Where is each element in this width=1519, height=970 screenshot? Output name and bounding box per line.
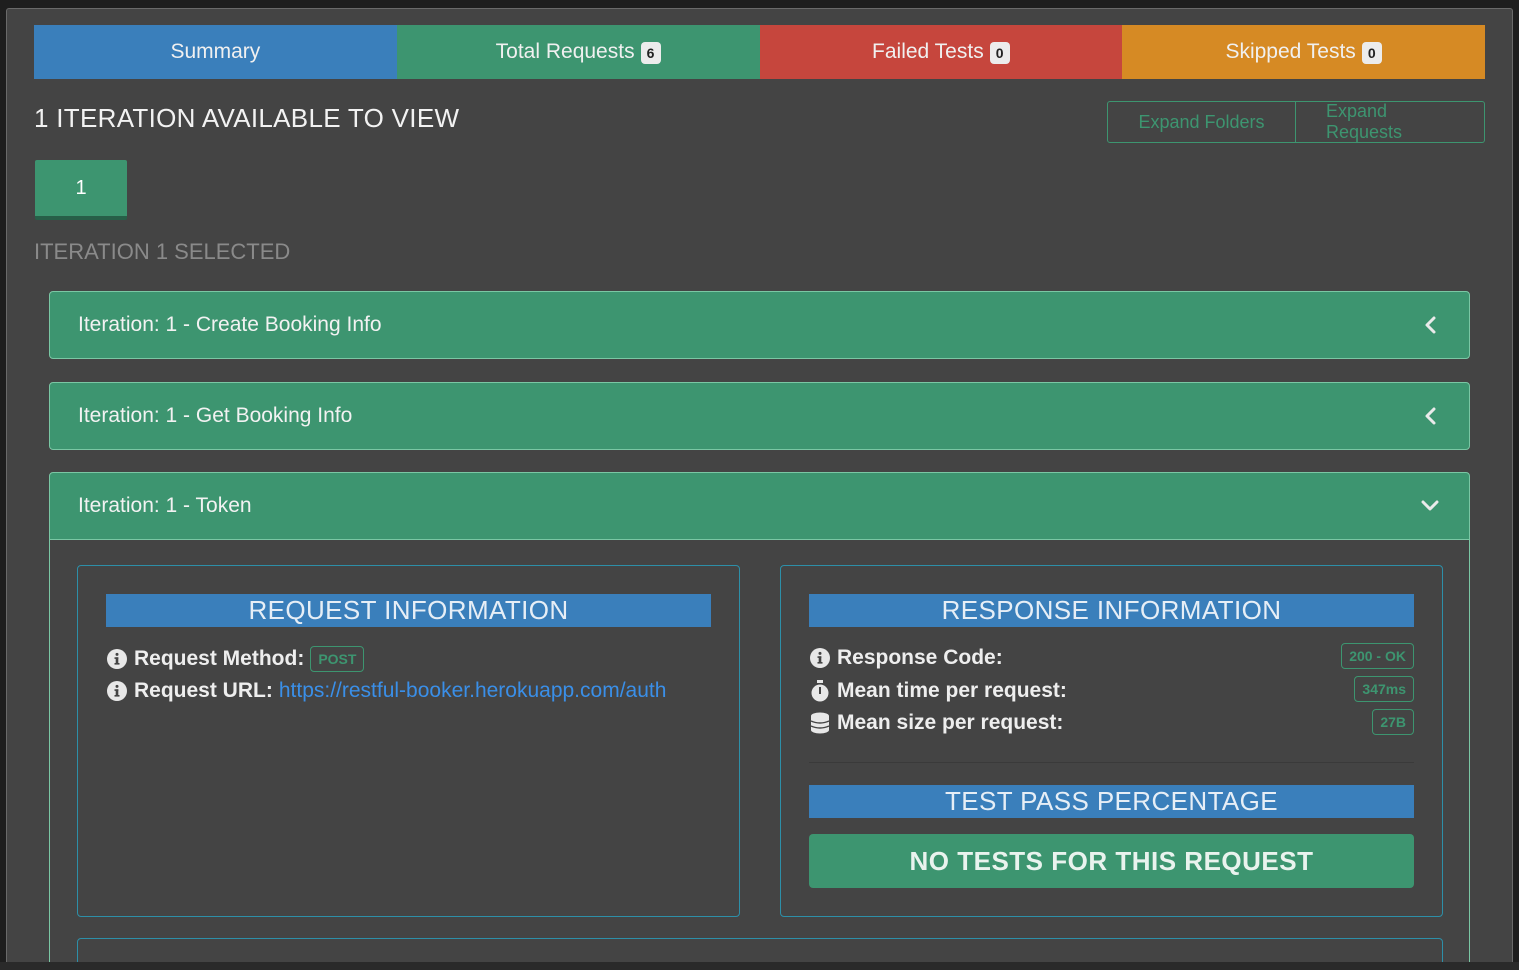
- report-frame: Summary Total Requests 6 Failed Tests 0 …: [6, 8, 1513, 966]
- tab-summary-label: Summary: [170, 40, 261, 63]
- expand-folders-button[interactable]: Expand Folders: [1107, 101, 1296, 143]
- mean-size-badge: 27B: [1372, 709, 1414, 735]
- request-accordion-get-booking[interactable]: Iteration: 1 - Get Booking Info: [49, 382, 1470, 450]
- response-code-label: Response Code:: [837, 646, 1003, 669]
- request-method-row: Request Method: POST: [106, 646, 365, 672]
- mean-size-label: Mean size per request:: [837, 711, 1064, 734]
- skipped-tests-badge: 0: [1361, 42, 1382, 64]
- summary-tabs: Summary Total Requests 6 Failed Tests 0 …: [34, 25, 1485, 79]
- request-accordion-body: REQUEST INFORMATION Request Method: POST…: [49, 539, 1470, 965]
- iteration-selected-label: ITERATION 1 SELECTED: [34, 239, 291, 264]
- expand-requests-button[interactable]: Expand Requests: [1296, 101, 1485, 143]
- request-method-badge: POST: [310, 646, 365, 672]
- tab-failed-tests[interactable]: Failed Tests 0: [759, 25, 1123, 79]
- chevron-left-icon: [1419, 405, 1441, 427]
- request-accordion-create-booking[interactable]: Iteration: 1 - Create Booking Info: [49, 291, 1470, 359]
- mean-time-label: Mean time per request:: [837, 679, 1067, 702]
- tab-total-requests[interactable]: Total Requests 6: [396, 25, 760, 79]
- tab-skipped-tests-label: Skipped Tests: [1225, 40, 1356, 63]
- request-accordion-title: Iteration: 1 - Create Booking Info: [78, 313, 382, 336]
- tab-failed-tests-label: Failed Tests: [872, 40, 984, 63]
- response-information-card: RESPONSE INFORMATION Response Code: 200 …: [780, 565, 1443, 917]
- mean-time-badge: 347ms: [1354, 676, 1414, 702]
- request-accordion-title: Iteration: 1 - Get Booking Info: [78, 404, 353, 427]
- chevron-down-icon: [1419, 495, 1441, 517]
- request-url-link[interactable]: https://restful-booker.herokuapp.com/aut…: [279, 679, 667, 703]
- request-accordion-title: Iteration: 1 - Token: [78, 494, 252, 517]
- database-icon: [809, 712, 831, 734]
- mean-time-row: Mean time per request:: [809, 679, 1067, 703]
- no-tests-message: NO TESTS FOR THIS REQUEST: [809, 834, 1414, 888]
- info-circle-icon: [106, 648, 128, 670]
- request-accordion-token[interactable]: Iteration: 1 - Token: [49, 472, 1470, 540]
- window-bottom-edge: [0, 962, 1519, 970]
- tab-total-requests-label: Total Requests: [495, 40, 635, 63]
- request-method-label: Request Method:: [134, 647, 305, 670]
- stopwatch-icon: [809, 680, 831, 702]
- request-url-label: Request URL:: [134, 679, 273, 702]
- response-code-row: Response Code:: [809, 646, 1003, 670]
- test-pass-percentage-heading: TEST PASS PERCENTAGE: [809, 785, 1414, 818]
- info-circle-icon: [809, 647, 831, 669]
- response-code-badge: 200 - OK: [1341, 643, 1414, 669]
- chevron-left-icon: [1419, 314, 1441, 336]
- section-divider: [809, 762, 1414, 763]
- total-requests-badge: 6: [640, 42, 661, 64]
- iteration-button-1[interactable]: 1: [35, 160, 127, 220]
- request-information-heading: REQUEST INFORMATION: [106, 594, 711, 627]
- response-information-heading: RESPONSE INFORMATION: [809, 594, 1414, 627]
- mean-size-row: Mean size per request:: [809, 711, 1063, 735]
- failed-tests-badge: 0: [989, 42, 1010, 64]
- expand-button-group: Expand Folders Expand Requests: [1107, 101, 1485, 143]
- request-url-row: Request URL: https://restful-booker.hero…: [106, 679, 666, 703]
- info-circle-icon: [106, 680, 128, 702]
- tab-summary[interactable]: Summary: [34, 25, 397, 79]
- iterations-title: 1 ITERATION AVAILABLE TO VIEW: [34, 103, 460, 133]
- request-information-card: REQUEST INFORMATION Request Method: POST…: [77, 565, 740, 917]
- tab-skipped-tests[interactable]: Skipped Tests 0: [1122, 25, 1485, 79]
